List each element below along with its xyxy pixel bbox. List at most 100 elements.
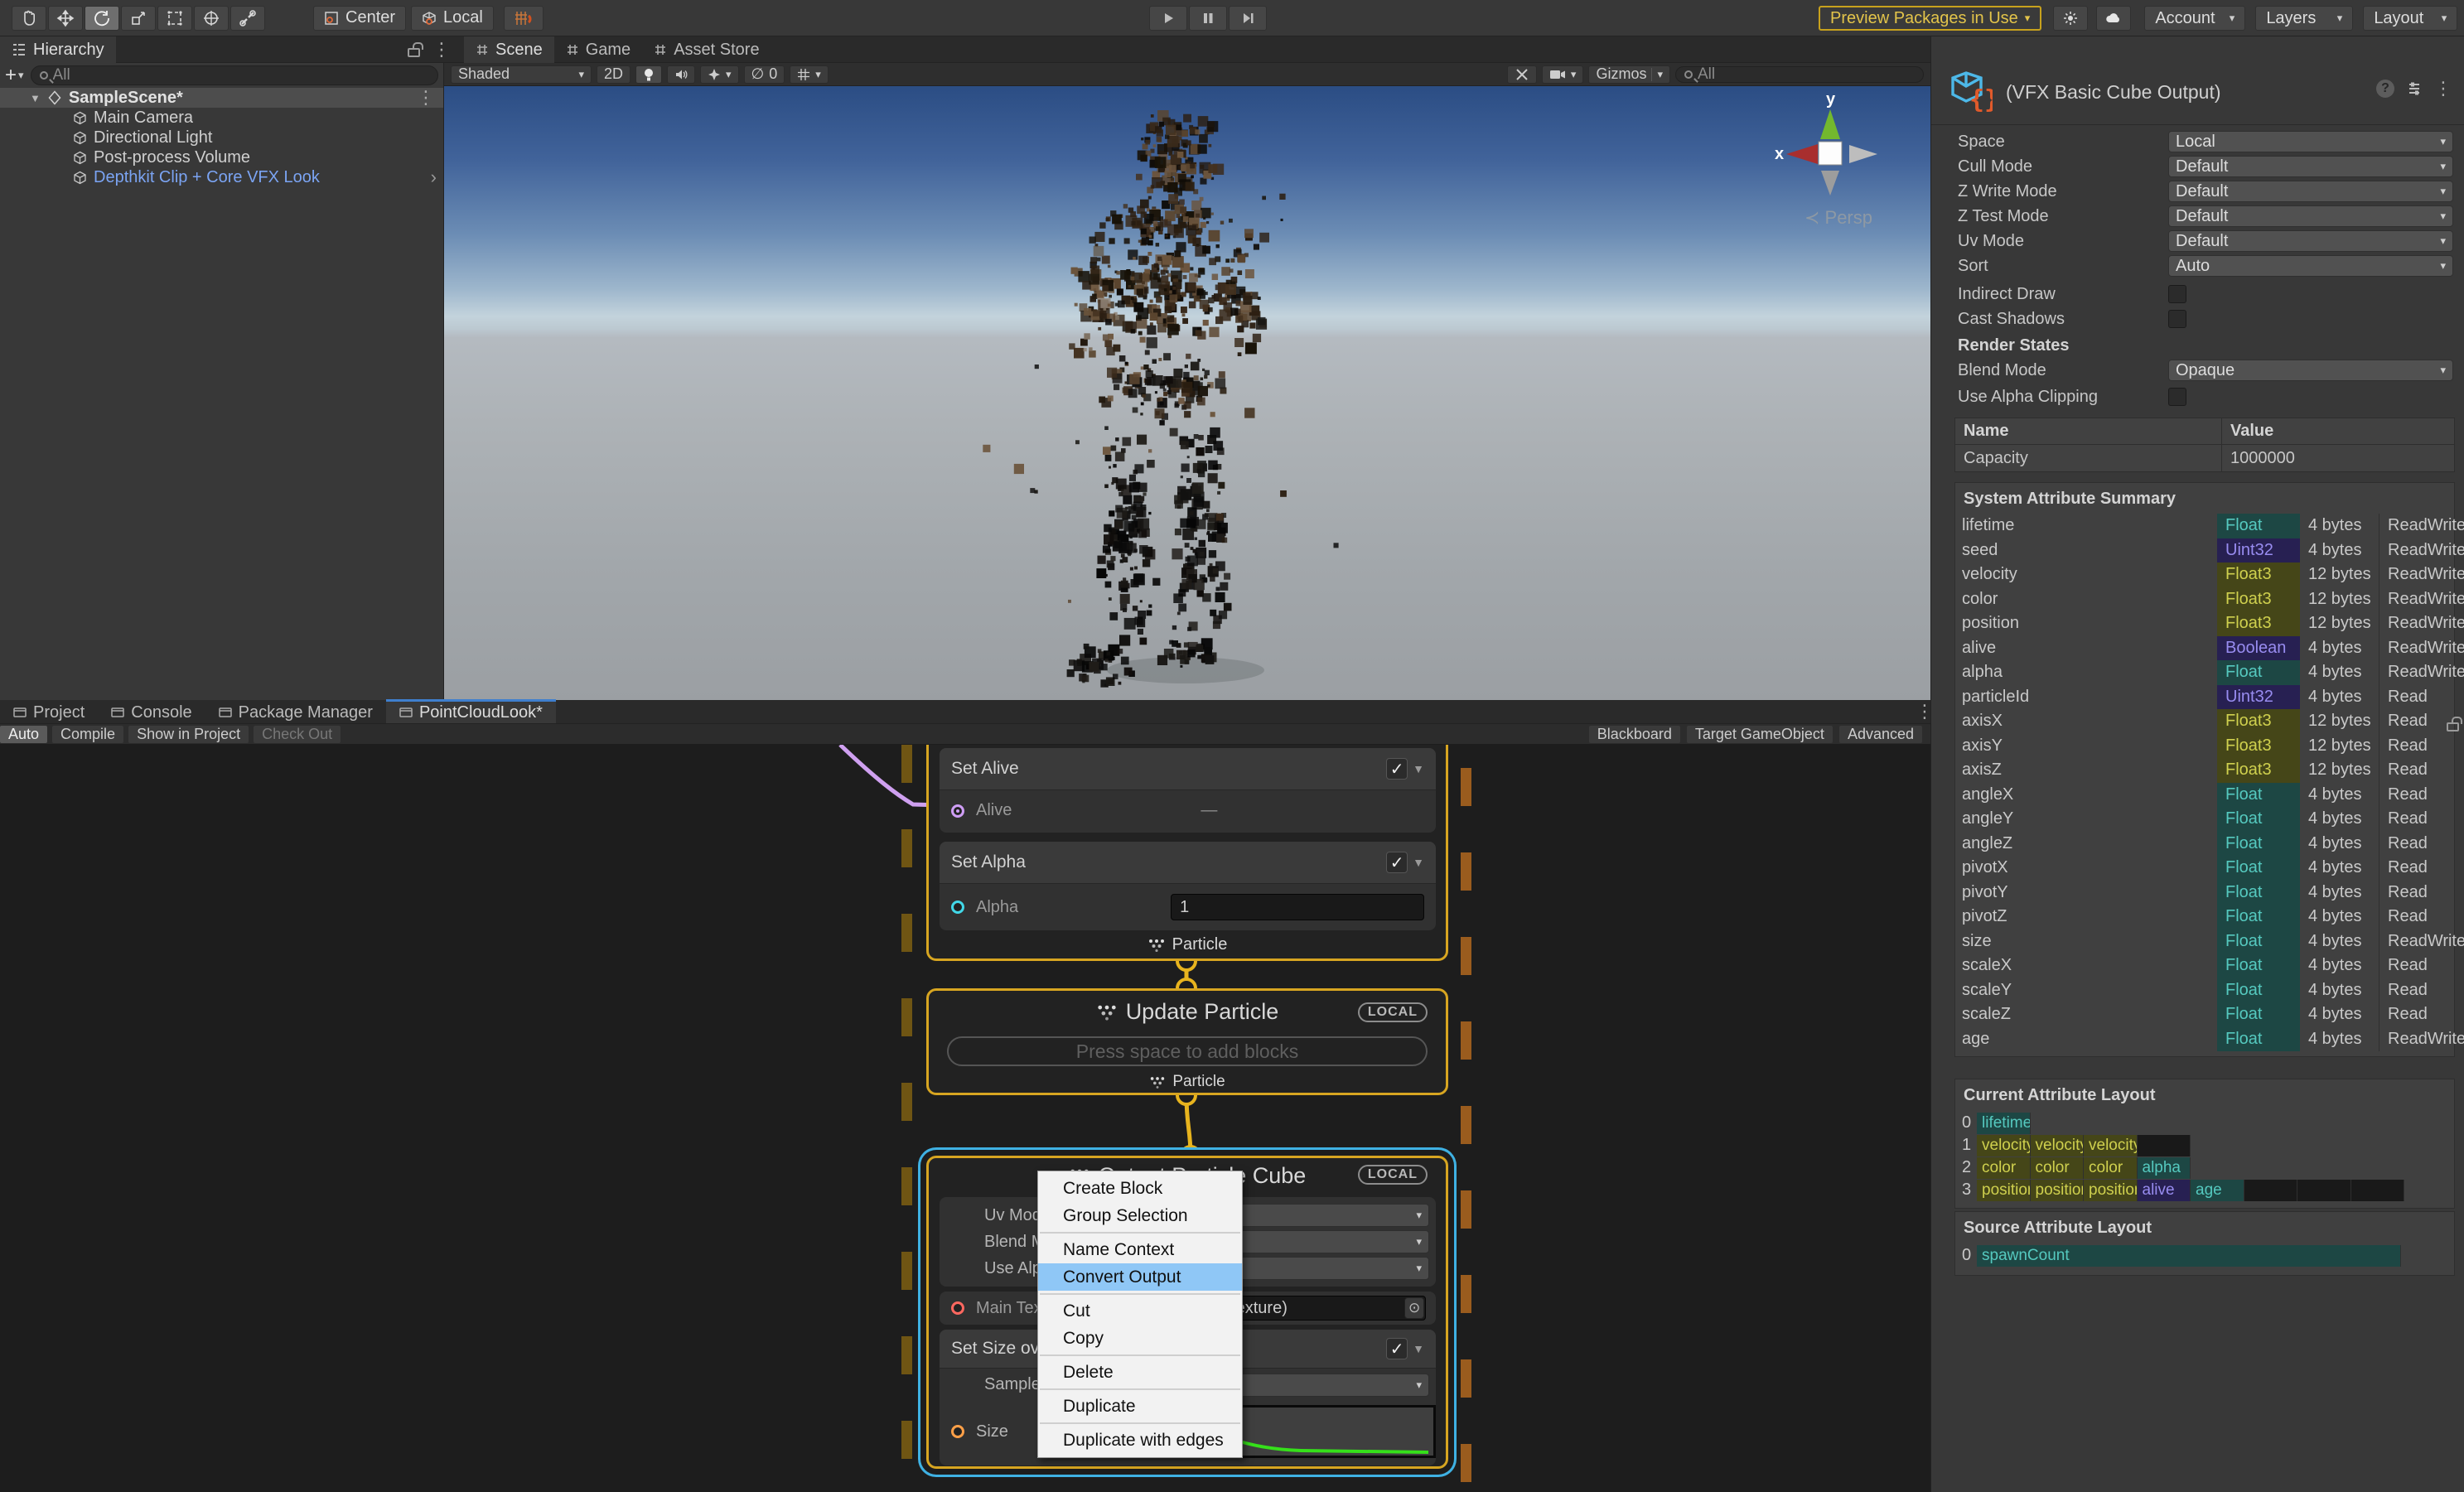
graph-toolbar-button[interactable]: Target GameObject▾ xyxy=(1687,726,1833,743)
bottom-tab[interactable]: Project xyxy=(0,699,98,723)
context-menu-item[interactable]: Create Block xyxy=(1038,1175,1242,1202)
context-menu-item[interactable]: Duplicate with edges xyxy=(1038,1427,1242,1454)
graph-toolbar-button[interactable]: Show in Project xyxy=(128,726,249,743)
layout-dropdown[interactable]: Layout▾ xyxy=(2363,6,2457,31)
hierarchy-item[interactable]: Post-process Volume xyxy=(0,147,443,167)
custom-tool-button[interactable] xyxy=(230,6,265,31)
context-output-slot[interactable]: Particle xyxy=(929,935,1446,954)
scene-camera-dropdown[interactable]: ▾ xyxy=(1542,65,1584,84)
hierarchy-search[interactable] xyxy=(31,65,438,85)
scene-render-area[interactable]: y x ≺ Persp xyxy=(444,86,1930,700)
set-alpha-header[interactable]: Set Alpha ✓ ▼ xyxy=(940,842,1436,883)
grid-snap-button[interactable] xyxy=(504,6,544,31)
set-alpha-block[interactable]: Set Alpha ✓ ▼ Alpha xyxy=(940,842,1436,930)
graph-menu-icon[interactable]: ⋮ xyxy=(1916,703,1934,721)
context-menu-item[interactable] xyxy=(1040,1422,1240,1424)
alive-port[interactable] xyxy=(951,804,964,818)
vfx-graph-canvas[interactable]: Set Alive ✓ ▼ Alive — Set Alpha ✓ ▼ xyxy=(0,745,1930,1492)
property-dropdown[interactable]: Default ▾ xyxy=(2168,181,2453,202)
context-menu-item[interactable] xyxy=(1040,1232,1240,1234)
local-space-button[interactable]: Local xyxy=(411,6,494,31)
inspector-more-icon[interactable]: ⋮ xyxy=(2434,80,2452,98)
object-picker-icon[interactable]: ⊙ xyxy=(1404,1297,1424,1319)
lighting-toggle[interactable] xyxy=(635,65,662,84)
hierarchy-menu-icon[interactable]: ⋮ xyxy=(432,41,451,59)
viewport-tab[interactable]: Scene xyxy=(464,36,554,63)
bottom-tab[interactable]: Package Manager xyxy=(205,699,386,723)
context-menu-item[interactable]: Duplicate xyxy=(1038,1393,1242,1420)
blend-mode-dropdown[interactable]: Opaque ▾ xyxy=(2168,360,2453,381)
orientation-gizmo[interactable]: y x xyxy=(1768,91,1892,215)
step-button[interactable] xyxy=(1229,6,1267,31)
property-dropdown[interactable]: Default ▾ xyxy=(2168,230,2453,252)
hierarchy-search-input[interactable] xyxy=(53,66,429,84)
hierarchy-item[interactable]: Depthkit Clip + Core VFX Look › xyxy=(0,167,443,187)
set-alpha-enabled-checkbox[interactable]: ✓ xyxy=(1386,852,1408,873)
scene-search[interactable] xyxy=(1675,66,1924,83)
hidden-objects-toggle[interactable]: ∅ 0 xyxy=(744,65,785,84)
scene-header-row[interactable]: ▼ SampleScene* ⋮ xyxy=(0,88,443,108)
viewport-tab[interactable]: Asset Store xyxy=(642,36,771,63)
alpha-clipping-checkbox[interactable] xyxy=(2168,388,2186,406)
context-menu-item[interactable] xyxy=(1040,1354,1240,1356)
hierarchy-lock-icon[interactable] xyxy=(408,48,420,57)
foldout-arrow-icon[interactable]: ▼ xyxy=(30,92,41,104)
viewport-tab[interactable]: Game xyxy=(554,36,642,63)
context-menu-item[interactable]: Delete xyxy=(1038,1359,1242,1386)
context-menu-item[interactable]: Convert Output xyxy=(1038,1263,1242,1291)
context-menu-item[interactable] xyxy=(1040,1388,1240,1390)
graph-lock-icon[interactable] xyxy=(2447,722,2459,732)
move-tool-button[interactable] xyxy=(48,6,83,31)
hierarchy-item[interactable]: Directional Light xyxy=(0,128,443,147)
effects-dropdown[interactable]: ▾ xyxy=(700,65,739,84)
set-alive-block[interactable]: Set Alive ✓ ▼ Alive — xyxy=(940,748,1436,833)
transform-tool-button[interactable] xyxy=(194,6,229,31)
activity-indicator-button[interactable] xyxy=(2053,6,2088,31)
context-menu-item[interactable]: Name Context xyxy=(1038,1236,1242,1263)
add-blocks-placeholder[interactable]: Press space to add blocks xyxy=(947,1036,1428,1066)
set-alive-enabled-checkbox[interactable]: ✓ xyxy=(1386,758,1408,780)
size-port[interactable] xyxy=(951,1425,964,1438)
alpha-value-input[interactable] xyxy=(1180,898,1415,917)
draw-mode-dropdown[interactable]: Shaded▾ xyxy=(451,65,592,84)
context-output-slot[interactable]: Particle xyxy=(929,1073,1446,1091)
property-dropdown[interactable]: Auto ▾ xyxy=(2168,255,2453,277)
chevron-right-icon[interactable]: › xyxy=(431,167,437,188)
context-menu-item[interactable] xyxy=(1040,1293,1240,1295)
2d-toggle[interactable]: 2D xyxy=(597,65,630,84)
graph-toolbar-button[interactable]: Check Out xyxy=(254,726,341,743)
perspective-label[interactable]: ≺ Persp xyxy=(1805,207,1872,229)
property-dropdown[interactable]: Default ▾ xyxy=(2168,156,2453,177)
play-button[interactable] xyxy=(1149,6,1187,31)
rotate-tool-button[interactable] xyxy=(85,6,119,31)
set-alive-header[interactable]: Set Alive ✓ ▼ xyxy=(940,748,1436,789)
property-checkbox[interactable] xyxy=(2168,310,2186,328)
pivot-center-button[interactable]: Center xyxy=(313,6,406,31)
main-texture-field[interactable]: (Texture) xyxy=(1213,1296,1426,1321)
context-menu-item[interactable]: Copy xyxy=(1038,1325,1242,1352)
create-object-button[interactable]: + ▾ xyxy=(5,64,24,87)
preview-packages-button[interactable]: Preview Packages in Use ▾ xyxy=(1819,6,2041,31)
gizmos-dropdown[interactable]: Gizmos ▾ xyxy=(1588,65,1670,84)
rect-tool-button[interactable] xyxy=(157,6,192,31)
property-dropdown[interactable]: Default ▾ xyxy=(2168,205,2453,227)
presets-icon[interactable] xyxy=(2406,80,2423,97)
scene-search-input[interactable] xyxy=(1698,65,1915,84)
init-context-node[interactable]: Set Alive ✓ ▼ Alive — Set Alpha ✓ ▼ xyxy=(926,745,1448,961)
graph-toolbar-button[interactable]: Advanced▾ xyxy=(1839,726,1922,743)
set-size-enabled-checkbox[interactable]: ✓ xyxy=(1386,1338,1408,1359)
scene-tools-button[interactable] xyxy=(1507,65,1537,84)
alpha-value-field[interactable] xyxy=(1171,894,1424,920)
pause-button[interactable] xyxy=(1189,6,1227,31)
context-menu-item[interactable]: Cut xyxy=(1038,1297,1242,1325)
alpha-port[interactable] xyxy=(951,901,964,914)
graph-toolbar-button[interactable]: Auto xyxy=(0,726,47,743)
audio-toggle[interactable] xyxy=(667,65,695,84)
tab-hierarchy[interactable]: Hierarchy xyxy=(0,36,116,63)
property-dropdown[interactable]: Local ▾ xyxy=(2168,131,2453,152)
bottom-tab[interactable]: PointCloudLook* xyxy=(386,699,556,723)
grid-visibility-dropdown[interactable]: ▾ xyxy=(790,65,829,84)
main-texture-port[interactable] xyxy=(951,1301,964,1315)
alive-value[interactable]: — xyxy=(1201,801,1217,820)
graph-toolbar-button[interactable]: Blackboard▾ xyxy=(1589,726,1680,743)
